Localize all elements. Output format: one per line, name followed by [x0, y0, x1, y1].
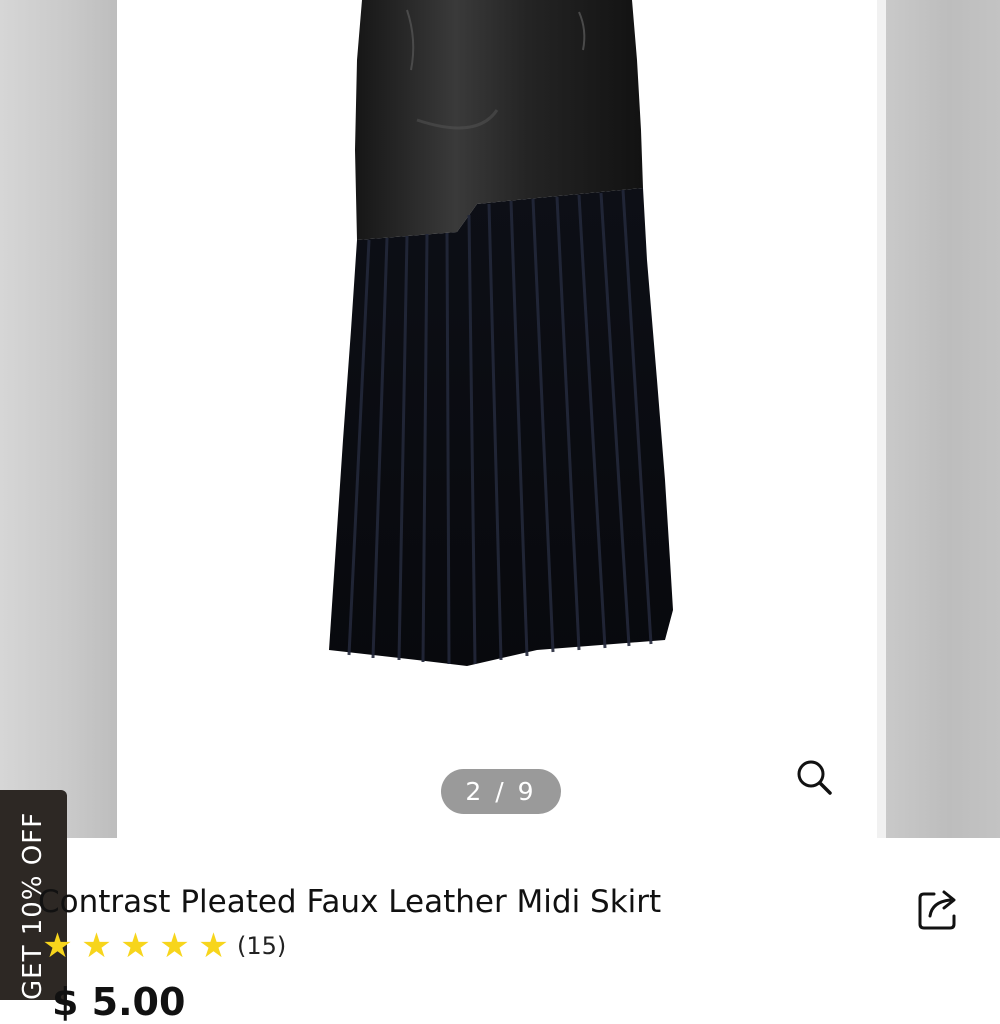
review-count[interactable]: (15) [237, 932, 286, 960]
product-rating[interactable]: ★ ★ ★ ★ ★ (15) [38, 926, 286, 966]
star-icon: ★ [120, 926, 151, 966]
product-price: $ 5.00 [52, 980, 186, 1024]
star-icon: ★ [198, 926, 229, 966]
star-icon: ★ [42, 926, 73, 966]
zoom-button[interactable] [781, 744, 847, 810]
star-icon: ★ [159, 926, 190, 966]
star-icon: ★ [81, 926, 112, 966]
gallery-slide-current[interactable] [117, 0, 877, 838]
product-title: Contrast Pleated Faux Leather Midi Skirt [38, 884, 662, 920]
previous-slide-peek[interactable] [0, 0, 117, 838]
next-slide-peek[interactable] [886, 0, 1000, 838]
product-gallery[interactable]: 2 / 9 [0, 0, 1000, 838]
image-counter: 2 / 9 [441, 769, 561, 814]
slide-divider [877, 0, 886, 838]
share-button[interactable] [910, 884, 966, 936]
share-icon [918, 890, 956, 930]
product-image [329, 0, 673, 666]
magnifier-icon [797, 760, 832, 795]
